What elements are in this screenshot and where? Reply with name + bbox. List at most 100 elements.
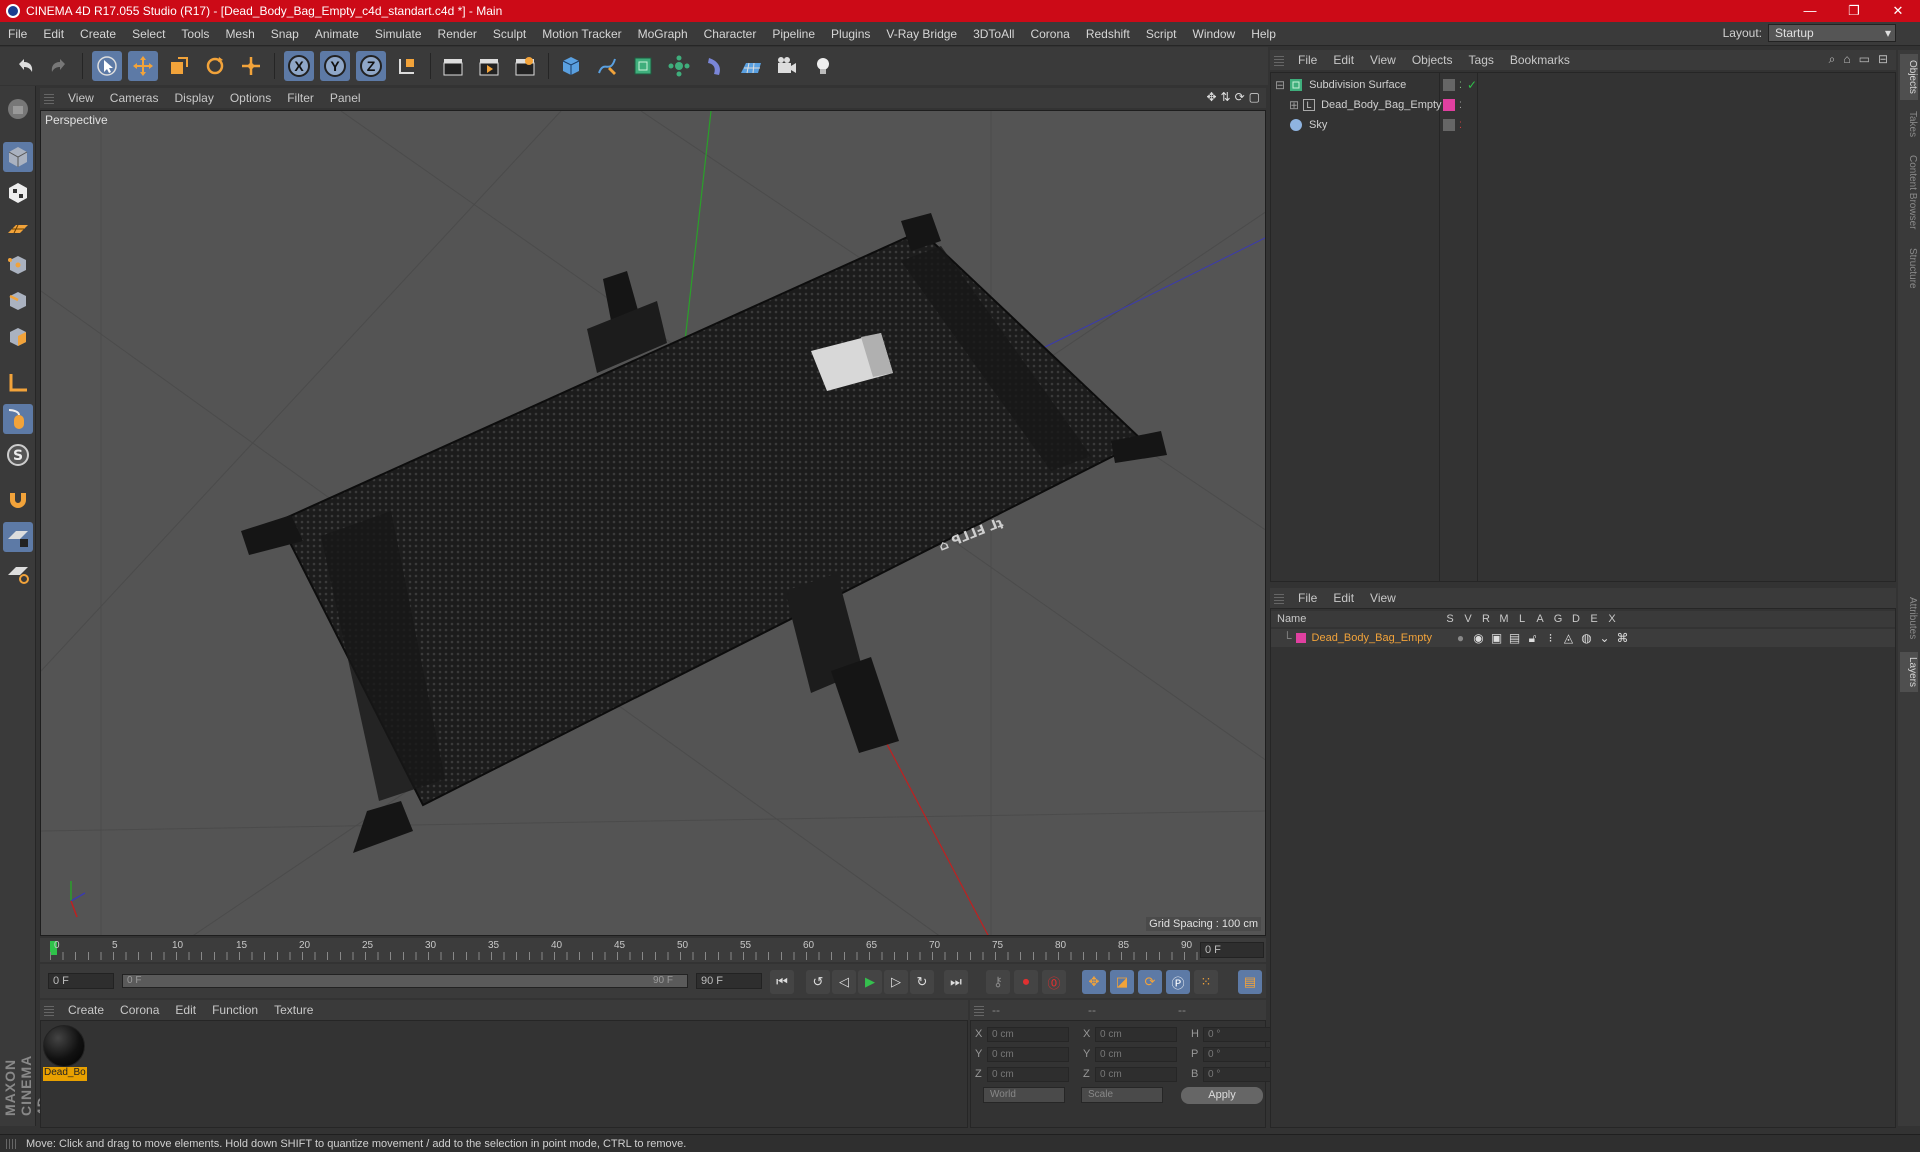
generator-icon[interactable]: ◬ <box>1560 631 1578 645</box>
material-menu-corona[interactable]: Corona <box>112 1003 167 1017</box>
record-point-level-button[interactable]: ⁙ <box>1194 970 1218 994</box>
object-menu-view[interactable]: View <box>1362 53 1404 67</box>
layer-col-manager[interactable]: M <box>1495 613 1513 625</box>
menu-script[interactable]: Script <box>1138 22 1185 46</box>
lock-icon[interactable]: 🔓︎ <box>1524 631 1542 646</box>
y-axis-lock-button[interactable]: Y <box>320 51 350 81</box>
tab-attributes[interactable]: Attributes <box>1900 590 1918 646</box>
menu-plugins[interactable]: Plugins <box>823 22 878 46</box>
viewport-menu-display[interactable]: Display <box>166 91 221 105</box>
object-row[interactable]: ⊟ Subdivision Surface ⁚ ✓ <box>1271 75 1895 95</box>
layout-dropdown[interactable]: Startup <box>1768 24 1896 42</box>
add-subdivision-surface-button[interactable] <box>628 51 658 81</box>
minimize-button[interactable]: — <box>1788 0 1832 22</box>
timeline-ruler[interactable]: 0 5 10 15 20 25 30 35 40 45 50 55 60 65 … <box>40 938 1266 962</box>
menu-simulate[interactable]: Simulate <box>367 22 430 46</box>
render-view-button[interactable] <box>438 51 468 81</box>
axis-mode-button[interactable] <box>3 368 33 398</box>
size-x-field[interactable]: 0 cm <box>1095 1026 1177 1042</box>
menu-corona[interactable]: Corona <box>1022 22 1077 46</box>
add-light-button[interactable] <box>808 51 838 81</box>
tab-takes[interactable]: Takes <box>1900 106 1918 142</box>
layer-col-solo[interactable]: S <box>1441 613 1459 625</box>
search-icon[interactable]: ⌕ <box>1829 52 1836 67</box>
animation-icon[interactable]: ⁝ <box>1542 631 1560 645</box>
material-menu-create[interactable]: Create <box>60 1003 112 1017</box>
snapping-button[interactable] <box>3 484 33 514</box>
layer-col-generators[interactable]: G <box>1549 613 1567 625</box>
render-icon[interactable]: ▣ <box>1488 631 1506 645</box>
menu-tools[interactable]: Tools <box>173 22 217 46</box>
menu-3dtoall[interactable]: 3DToAll <box>965 22 1022 46</box>
tab-structure[interactable]: Structure <box>1900 242 1918 294</box>
timeline-window-button[interactable]: ▤ <box>1238 970 1262 994</box>
x-axis-lock-button[interactable]: X <box>284 51 314 81</box>
record-parameter-button[interactable]: Ⓟ <box>1166 970 1190 994</box>
start-frame-field[interactable]: 0 F <box>48 973 114 989</box>
expression-icon[interactable]: ⌄ <box>1596 631 1614 645</box>
material-menu-edit[interactable]: Edit <box>167 1003 204 1017</box>
coordinate-mode-dropdown[interactable]: World <box>983 1087 1065 1103</box>
object-menu-objects[interactable]: Objects <box>1404 53 1461 67</box>
object-menu-file[interactable]: File <box>1290 53 1325 67</box>
size-z-field[interactable]: 0 cm <box>1095 1066 1177 1082</box>
viewport-menu-filter[interactable]: Filter <box>279 91 322 105</box>
visibility-dots-icon[interactable]: ⁚ <box>1459 120 1462 131</box>
record-scale-button[interactable]: ◪ <box>1110 970 1134 994</box>
layer-menu-edit[interactable]: Edit <box>1325 591 1362 605</box>
menu-vray-bridge[interactable]: V-Ray Bridge <box>878 22 965 46</box>
make-editable-button[interactable] <box>3 94 33 124</box>
coordinate-system-button[interactable] <box>392 51 422 81</box>
layer-menu-file[interactable]: File <box>1290 591 1325 605</box>
toggle-panel-icon[interactable]: ▢ <box>1249 90 1260 104</box>
redo-button[interactable] <box>44 51 74 81</box>
position-x-field[interactable]: 0 cm <box>987 1026 1069 1042</box>
tweak-mode-button[interactable] <box>3 404 33 434</box>
layer-tag-icon[interactable] <box>1443 119 1455 131</box>
z-axis-lock-button[interactable]: Z <box>356 51 386 81</box>
render-to-picture-viewer-button[interactable] <box>474 51 504 81</box>
collapse-toggle-icon[interactable]: ⊟ <box>1275 78 1285 92</box>
perspective-viewport[interactable]: ⌂ ꟼ⅃⅃Ⅎ ⅃ʇ Perspective Grid Spacing : 100… <box>40 110 1266 936</box>
menu-render[interactable]: Render <box>430 22 485 46</box>
viewport-camera-label[interactable]: Perspective <box>45 113 108 127</box>
workplane-lock-button[interactable] <box>3 522 33 552</box>
add-mograph-cloner-button[interactable] <box>664 51 694 81</box>
deformer-icon[interactable]: ◍ <box>1578 631 1596 645</box>
menu-mograph[interactable]: MoGraph <box>630 22 696 46</box>
motion-record-button[interactable]: ⚷ <box>986 970 1010 994</box>
menu-character[interactable]: Character <box>696 22 765 46</box>
close-button[interactable]: ✕ <box>1876 0 1920 22</box>
enabled-check-icon[interactable]: ✓ <box>1467 78 1477 92</box>
tab-objects[interactable]: Objects <box>1900 54 1918 100</box>
tab-layers[interactable]: Layers <box>1900 652 1918 692</box>
size-y-field[interactable]: 0 cm <box>1095 1046 1177 1062</box>
solo-mode-button[interactable]: S <box>3 440 33 470</box>
end-frame-field[interactable]: 90 F <box>696 973 762 989</box>
tab-content-browser[interactable]: Content Browser <box>1900 148 1918 236</box>
menu-select[interactable]: Select <box>124 22 173 46</box>
eye-icon[interactable]: ◉ <box>1470 631 1488 645</box>
layer-menu-view[interactable]: View <box>1362 591 1404 605</box>
menu-help[interactable]: Help <box>1243 22 1284 46</box>
points-mode-button[interactable] <box>3 250 33 280</box>
apply-button[interactable]: Apply <box>1181 1087 1263 1104</box>
menu-edit[interactable]: Edit <box>35 22 72 46</box>
layer-color-swatch[interactable] <box>1443 99 1455 111</box>
position-z-field[interactable]: 0 cm <box>987 1066 1069 1082</box>
menu-snap[interactable]: Snap <box>263 22 307 46</box>
add-camera-button[interactable] <box>772 51 802 81</box>
object-menu-bookmarks[interactable]: Bookmarks <box>1502 53 1578 67</box>
pan-icon[interactable]: ✥ <box>1206 90 1216 104</box>
viewport-menu-cameras[interactable]: Cameras <box>102 91 167 105</box>
menu-window[interactable]: Window <box>1185 22 1244 46</box>
layer-row[interactable]: └ Dead_Body_Bag_Empty ● ◉ ▣ ▤ 🔓︎ ⁝ ◬ ◍ ⌄… <box>1271 629 1895 647</box>
menu-animate[interactable]: Animate <box>307 22 367 46</box>
material-swatch[interactable]: Dead_Bo <box>43 1025 87 1083</box>
next-frame-button[interactable]: ▷ <box>884 970 908 994</box>
transform-tool-button[interactable] <box>236 51 266 81</box>
home-icon[interactable]: ⌂ <box>1843 52 1850 67</box>
play-button[interactable]: ▶ <box>858 970 882 994</box>
scale-tool-button[interactable] <box>164 51 194 81</box>
manager-icon[interactable]: ▤ <box>1506 631 1524 645</box>
